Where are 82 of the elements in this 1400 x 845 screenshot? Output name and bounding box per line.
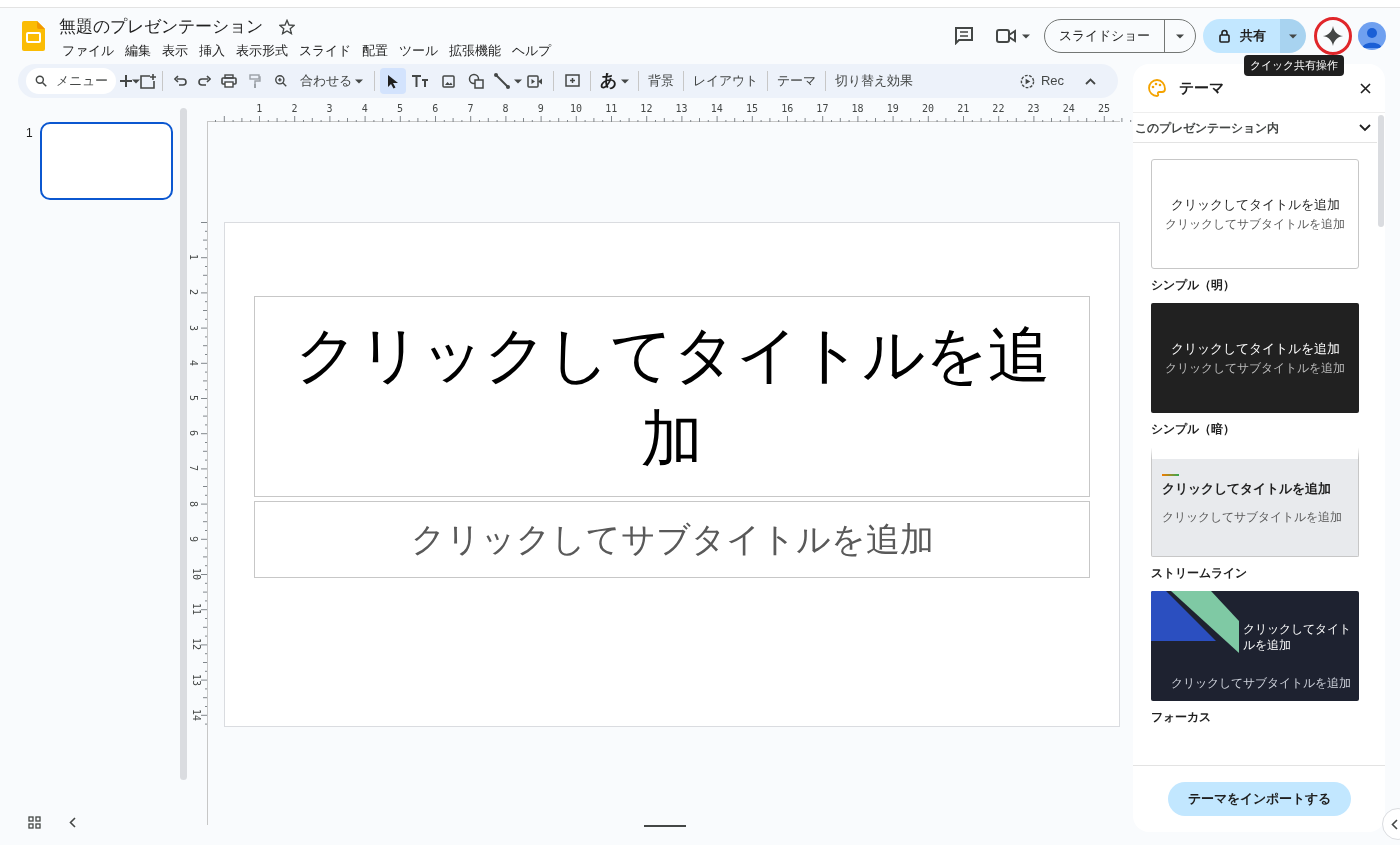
ruler-label: 5 (397, 103, 403, 114)
theme-preview[interactable]: クリックしてタイトルを追加 クリックしてサブタイトルを追加 (1151, 591, 1359, 701)
theme-preview-subtitle: クリックしてサブタイトルを追加 (1165, 216, 1345, 232)
ruler-label: 15 (746, 103, 758, 114)
ruler-label: 23 (1027, 103, 1040, 114)
ruler-label: 22 (992, 103, 1005, 114)
section-dropdown[interactable]: このプレゼンテーション内 (1133, 113, 1377, 143)
menu-item[interactable]: ファイル (57, 41, 119, 62)
ruler-label: 9 (187, 535, 199, 542)
record-button[interactable]: Rec (1013, 68, 1070, 94)
ruler-label: 1 (187, 254, 199, 261)
ruler-label: 10 (570, 103, 582, 114)
menu-item[interactable]: 拡張機能 (444, 41, 506, 62)
menu-item[interactable]: ツール (394, 41, 443, 62)
ruler-label: 3 (187, 324, 199, 331)
subtitle-placeholder[interactable]: クリックしてサブタイトルを追加 (254, 501, 1090, 578)
theme-preview-subtitle: クリックしてサブタイトルを追加 (1162, 509, 1342, 525)
ruler-label: 11 (605, 103, 618, 114)
ruler-label: 14 (710, 103, 723, 114)
menu-item[interactable]: 編集 (120, 41, 156, 62)
ruler-label: 18 (851, 103, 864, 114)
ruler-label: 13 (190, 673, 202, 686)
slide-number: 1 (25, 125, 34, 142)
theme-name: ストリームライン (1151, 565, 1248, 581)
ruler-label: 19 (886, 103, 899, 114)
document-title[interactable]: 無題のプレゼンテーション (57, 14, 265, 40)
menu-item[interactable]: 表示形式 (231, 41, 293, 62)
ruler-label: 4 (361, 103, 368, 114)
import-theme-button[interactable]: テーマをインポートする (1167, 782, 1351, 816)
theme-name: シンプル（明） (1151, 277, 1236, 293)
ruler-label: 4 (187, 359, 199, 366)
theme-preview[interactable]: クリックしてタイトルを追加 クリックしてサブタイトルを追加 (1151, 303, 1359, 413)
zoom-dropdown[interactable]: 合わせる (294, 68, 369, 94)
share-button[interactable]: 共有 (1203, 19, 1280, 53)
ruler-label: 6 (187, 430, 199, 437)
panel-title: テーマ (1179, 77, 1224, 98)
ruler-label: 7 (467, 103, 474, 114)
ruler-label: 11 (190, 603, 202, 616)
menu-item[interactable]: ヘルプ (507, 41, 556, 62)
input-tools-button[interactable]: あ (596, 68, 633, 94)
toolbar-button[interactable]: 切り替え効果 (831, 68, 917, 94)
theme-preview-title: クリックしてタイトルを追加 (1243, 621, 1352, 653)
menu-item[interactable]: 挿入 (194, 41, 230, 62)
menu-item[interactable]: 表示 (157, 41, 193, 62)
theme-preview[interactable]: クリックしてタイトルを追加 クリックしてサブタイトルを追加 (1151, 447, 1359, 557)
theme-name: シンプル（暗） (1151, 421, 1236, 437)
toolbar-button[interactable]: テーマ (773, 68, 820, 94)
ruler-label: 6 (432, 103, 439, 114)
ruler-label: 3 (326, 103, 333, 114)
ruler-label: 20 (922, 103, 934, 114)
theme-preview-title: クリックしてタイトルを追加 (1170, 196, 1340, 213)
ruler-label: 2 (187, 289, 199, 296)
theme-preview-subtitle: クリックしてサブタイトルを追加 (1165, 360, 1345, 376)
ruler-label: 8 (502, 103, 509, 114)
theme-preview[interactable]: クリックしてタイトルを追加 クリックしてサブタイトルを追加 (1151, 159, 1359, 269)
toolbar-button[interactable]: 背景 (644, 68, 678, 94)
ruler-label: 9 (537, 103, 544, 114)
theme-name: フォーカス (1151, 709, 1212, 725)
menu-item[interactable]: 配置 (357, 41, 393, 62)
theme-preview-title: クリックしてタイトルを追加 (1162, 480, 1331, 497)
theme-preview-subtitle: クリックしてサブタイトルを追加 (1171, 675, 1351, 691)
ruler-label: 10 (190, 568, 202, 580)
menu-search-field[interactable]: メニュー (26, 68, 116, 94)
ruler-label: 12 (190, 638, 202, 651)
toolbar-button[interactable]: レイアウト (689, 68, 762, 94)
tooltip: クイック共有操作 (1244, 55, 1344, 76)
ruler-label: 12 (640, 103, 653, 114)
ruler-label: 8 (187, 500, 199, 507)
title-placeholder[interactable]: クリックしてタイトルを追加 (254, 296, 1090, 497)
ruler-label: 24 (1062, 103, 1075, 114)
ruler-label: 5 (187, 395, 199, 401)
ruler-label: 21 (957, 103, 970, 114)
ruler-label: 1 (256, 103, 263, 114)
ruler-label: 13 (675, 103, 688, 114)
theme-preview-title: クリックしてタイトルを追加 (1170, 340, 1340, 357)
ruler-label: 17 (816, 103, 829, 114)
ruler-label: 25 (1098, 103, 1110, 114)
menu-item[interactable]: スライド (294, 41, 356, 62)
ruler-label: 2 (291, 103, 298, 114)
ruler-label: 7 (187, 465, 199, 472)
ruler-label: 14 (190, 708, 202, 721)
ruler-label: 16 (781, 103, 794, 114)
